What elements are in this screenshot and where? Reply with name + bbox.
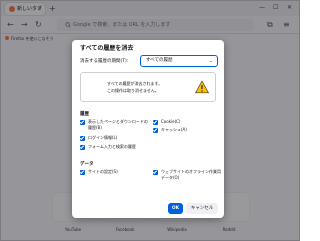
time-range-select[interactable]: すべての履歴 ⌄	[140, 55, 218, 67]
checkbox-cache[interactable]	[153, 128, 158, 133]
ok-button[interactable]: OK	[168, 203, 183, 214]
checkbox-label: フォーム入力と検索の履歴	[88, 144, 136, 149]
checkbox-browsing-history[interactable]	[80, 120, 85, 125]
checkbox-label: 表示したページとダウンロードの履歴(B)	[88, 119, 148, 130]
checkbox-offline-data[interactable]	[153, 170, 158, 175]
checkbox-label: ログイン情報(L)	[88, 135, 118, 140]
checkbox-search-history[interactable]	[80, 145, 85, 150]
checkbox-label: キャッシュ(A)	[161, 127, 187, 132]
checkbox-cookies[interactable]	[153, 120, 158, 125]
warning-icon	[195, 80, 209, 94]
checkbox-label: サイトの設定(S)	[88, 169, 118, 174]
warning-text: この操作は取り消せません。	[107, 88, 159, 93]
warning-text: すべての履歴が消去されます。	[107, 81, 163, 86]
time-range-label: 消去する履歴の期間(T):	[80, 59, 129, 64]
checkbox-site-settings[interactable]	[80, 170, 85, 175]
dialog-title: すべての履歴を消去	[80, 45, 134, 52]
checkbox-form-history[interactable]	[80, 136, 85, 141]
checkbox-label: Cookie(C)	[161, 119, 181, 124]
checkbox-label: ウェブサイトのオフライン作業用データ(O)	[161, 169, 221, 180]
time-range-value: すべての履歴	[146, 58, 173, 63]
warning-box: すべての履歴が消去されます。 この操作は取り消せません。	[80, 72, 216, 102]
history-heading: 履歴	[80, 112, 89, 117]
chevron-down-icon: ⌄	[208, 58, 213, 64]
clear-history-dialog: すべての履歴を消去 消去する履歴の期間(T): すべての履歴 ⌄ すべての履歴が…	[72, 40, 224, 218]
cancel-button[interactable]: キャンセル	[186, 203, 218, 214]
data-heading: データ	[80, 162, 94, 167]
